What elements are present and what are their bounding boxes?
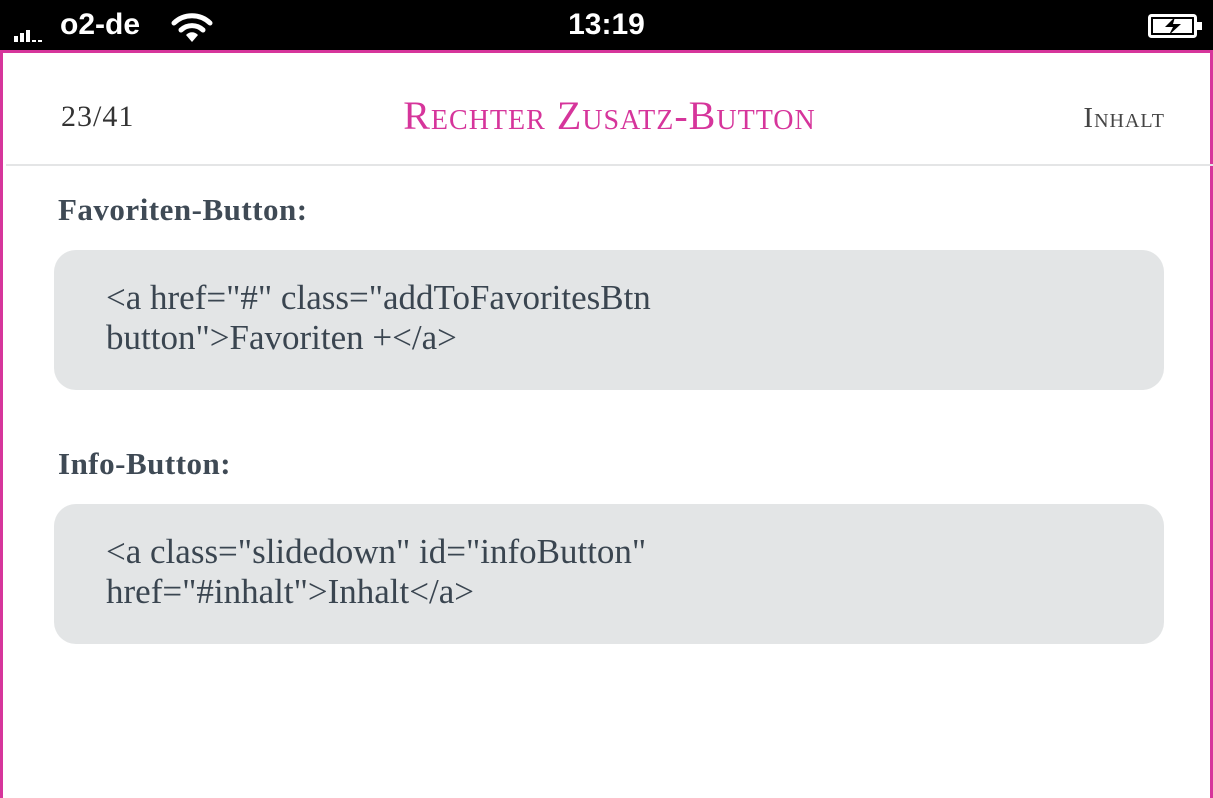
section-heading-info: Info-Button: [58, 446, 232, 481]
code-block-info: <a class="slidedown" id="infoButton" hre… [54, 504, 1164, 644]
page-title: Rechter Zusatz-Button [403, 93, 816, 138]
status-bar: o2-de 13:19 [0, 0, 1213, 50]
status-time: 13:19 [568, 8, 645, 41]
navigation-bar: 23/41 Rechter Zusatz-Button Inhalt [6, 56, 1213, 166]
code-block-favoriten: <a href="#" class="addToFavoritesBtn but… [54, 250, 1164, 390]
section-heading-favoriten: Favoriten-Button: [58, 192, 308, 227]
battery-charging-icon [1148, 14, 1202, 38]
inhalt-button[interactable]: Inhalt [1083, 102, 1165, 135]
app-frame: 23/41 Rechter Zusatz-Button Inhalt [0, 50, 1213, 798]
